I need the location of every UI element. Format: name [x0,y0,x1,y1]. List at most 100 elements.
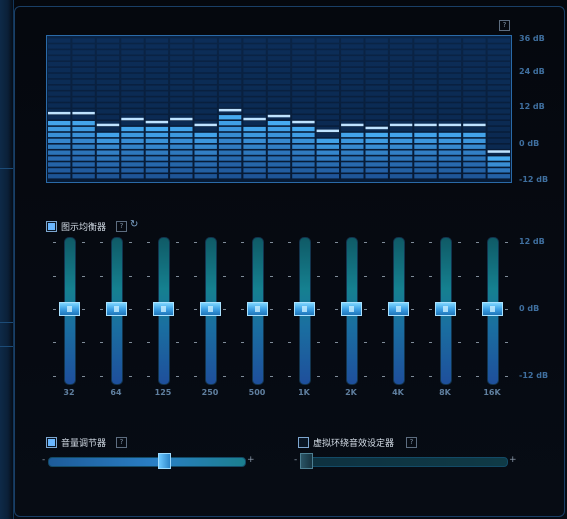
spectrum-bar-segment [292,44,315,49]
spectrum-peak-marker [316,129,339,133]
spectrum-bar-segment [267,144,291,149]
spectrum-bar-segment [463,91,486,96]
spectrum-bar-segment [96,56,120,61]
spectrum-peak-marker [145,120,169,124]
spectrum-bar-segment [487,44,510,49]
spectrum-bar-segment [365,44,388,49]
equalizer-enable-checkbox[interactable] [46,221,57,232]
spectrum-bar-segment [267,67,291,73]
spectrum-bar-segment [463,103,486,108]
equalizer-help-icon[interactable]: ? [116,221,127,232]
spectrum-bar-segment [487,138,510,143]
spectrum-bar-segment [389,38,413,43]
eq-slider-thumb-4k[interactable] [388,302,409,316]
spectrum-bar-segment [145,97,169,102]
eq-slider-thumb-250[interactable] [200,302,221,316]
spectrum-bar-segment [438,115,462,120]
spectrum-bar-segment [267,138,291,143]
spectrum-bar-segment [194,103,217,108]
spectrum-peak-marker [121,117,144,121]
spectrum-bar-segment [267,38,291,43]
spectrum-bar-segment [463,156,486,161]
spectrum-bar-segment [267,109,291,114]
equalizer-reset-icon[interactable]: ↻ [130,220,138,230]
eq-tick [505,242,508,243]
eq-slider-thumb-32[interactable] [59,302,80,316]
spectrum-bar-segment [170,85,193,90]
spectrum-bar-segment [292,103,315,108]
spectrum-bar-segment [438,162,462,167]
spectrum-bar-segment [414,156,437,161]
spectrum-bar-segment [48,150,71,155]
eq-tick [223,376,226,377]
spectrum-bar-segment [194,126,217,132]
spectrum-bar-segment [121,50,144,55]
spectrum-bar-segment [194,85,217,90]
eq-slider-thumb-2k[interactable] [341,302,362,316]
eq-tick [411,342,414,343]
spectrum-bar-segment [72,44,95,49]
eq-slider-thumb-125[interactable] [153,302,174,316]
spectrum-bar-segment [218,79,242,84]
spectrum-bar-segment [414,73,437,79]
volume-leveler-checkbox[interactable] [46,437,57,448]
spectrum-bar-segment [96,103,120,108]
spectrum-bar-segment [121,156,144,161]
spectrum-bar-segment [121,126,144,132]
volume-leveler-thumb[interactable] [157,453,171,469]
eq-slider-thumb-64[interactable] [106,302,127,316]
surround-help-icon[interactable]: ? [406,437,417,448]
spectrum-bar-segment [316,150,339,155]
eq-tick [223,242,226,243]
volume-leveler-slider[interactable] [48,457,246,467]
spectrum-bar-segment [121,44,144,49]
spectrum-bar-segment [48,162,71,167]
spectrum-bar-segment [121,132,144,138]
eq-tick [176,309,179,310]
spectrum-bar-segment [389,109,413,114]
spectrum-bar-segment [341,44,364,49]
eq-slider-thumb-500[interactable] [247,302,268,316]
spectrum-help-icon[interactable]: ? [499,20,510,31]
spectrum-bar-segment [438,156,462,161]
spectrum-bar-segment [292,144,315,149]
spectrum-bar-segment [389,168,413,173]
eq-tick [100,276,103,277]
spectrum-bar-segment [194,91,217,96]
spectrum-bar-segment [389,67,413,73]
spectrum-bar-segment [48,38,71,43]
volume-leveler-help-icon[interactable]: ? [116,437,127,448]
spectrum-bar-segment [316,50,339,55]
spectrum-bar-segment [341,150,364,155]
spectrum-bar-segment [341,109,364,114]
spectrum-bar-segment [243,62,266,67]
eq-slider-thumb-16k[interactable] [482,302,503,316]
spectrum-peak-marker [218,108,242,112]
surround-checkbox[interactable] [298,437,309,448]
spectrum-bar-segment [438,56,462,61]
spectrum-bar-segment [389,126,413,132]
spectrum-bar-segment [218,56,242,61]
eq-band-label: 2K [345,388,357,397]
spectrum-bar-segment [341,56,364,61]
eq-tick [100,242,103,243]
eq-tick [458,342,461,343]
spectrum-bar-segment [194,144,217,149]
surround-slider[interactable] [300,457,508,467]
spectrum-bar-segment [414,38,437,43]
spectrum-bar-segment [267,73,291,79]
spectrum-bar-segment [365,109,388,114]
spectrum-bar-segment [218,73,242,79]
eq-tick [82,276,85,277]
eq-slider-thumb-8k[interactable] [435,302,456,316]
spectrum-bar-segment [463,109,486,114]
surround-thumb[interactable] [300,453,313,469]
spectrum-bar-segment [194,67,217,73]
spectrum-bar-segment [438,85,462,90]
spectrum-bar-segment [194,115,217,120]
spectrum-peak-marker [341,123,364,127]
eq-slider-thumb-1k[interactable] [294,302,315,316]
spectrum-bar-segment [487,126,510,132]
eq-band-label: 4K [392,388,404,397]
eq-tick [411,376,414,377]
